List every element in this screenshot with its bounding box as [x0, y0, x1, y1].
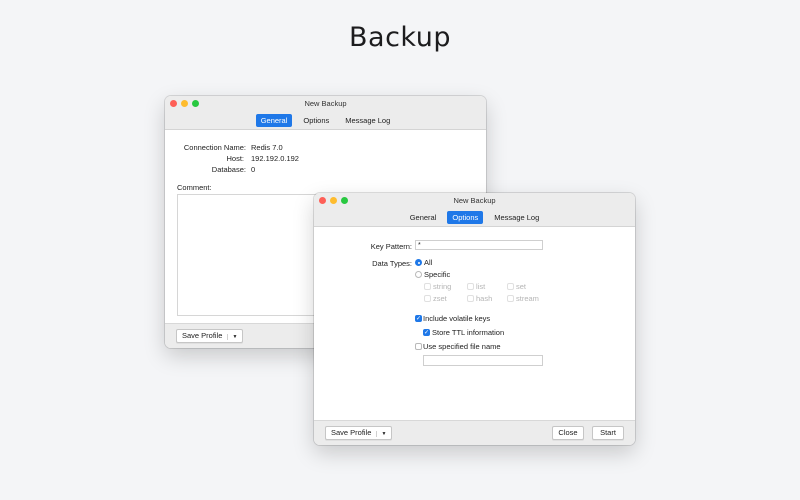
save-profile-label: Save Profile	[182, 331, 223, 340]
store-ttl-label: Store TTL information	[432, 328, 505, 337]
type-string-checkbox[interactable]	[424, 283, 431, 290]
connection-name-value: Redis 7.0	[251, 143, 283, 152]
type-hash-checkbox[interactable]	[467, 295, 474, 302]
tab-message-log[interactable]: Message Log	[340, 114, 395, 127]
type-list-checkbox[interactable]	[467, 283, 474, 290]
window-title: New Backup	[304, 99, 347, 108]
data-type-all-radio[interactable]	[415, 259, 422, 266]
window-title: New Backup	[453, 196, 496, 205]
tab-general[interactable]: General	[255, 114, 293, 127]
host-label: Host:	[226, 154, 244, 163]
tab-options[interactable]: Options	[298, 114, 334, 127]
data-type-specific-radio[interactable]	[415, 271, 422, 278]
type-zset-label: zset	[433, 294, 447, 303]
include-volatile-checkbox[interactable]: ✓	[415, 315, 422, 322]
footer: Save Profile ▼ Close Start	[314, 420, 635, 445]
type-stream-checkbox[interactable]	[507, 295, 514, 302]
connection-name-label: Connection Name:	[183, 143, 246, 152]
database-label: Database:	[211, 165, 246, 174]
save-profile-button[interactable]: Save Profile ▼	[325, 426, 393, 440]
key-pattern-label: Key Pattern:	[370, 242, 412, 251]
save-profile-button[interactable]: Save Profile ▼	[176, 329, 244, 343]
data-type-all-label: All	[424, 258, 433, 267]
titlebar: New Backup	[165, 96, 486, 112]
tab-general[interactable]: General	[405, 211, 442, 224]
chevron-down-icon[interactable]: ▼	[376, 431, 387, 437]
type-set-checkbox[interactable]	[507, 283, 514, 290]
comment-label: Comment:	[177, 183, 212, 192]
save-profile-label: Save Profile	[331, 428, 372, 437]
type-string-label: string	[433, 282, 452, 291]
tab-bar: General Options Message Log	[165, 111, 486, 130]
front-backup-window: New Backup General Options Message Log K…	[314, 193, 635, 445]
tab-message-log[interactable]: Message Log	[489, 211, 544, 224]
file-name-input[interactable]	[423, 355, 543, 366]
key-pattern-input[interactable]: *	[415, 240, 543, 250]
type-zset-checkbox[interactable]	[424, 295, 431, 302]
data-types-label: Data Types:	[372, 259, 412, 268]
type-set-label: set	[516, 282, 527, 291]
include-volatile-label: Include volatile keys	[423, 314, 491, 323]
use-file-name-label: Use specified file name	[423, 342, 501, 351]
type-list-label: list	[476, 282, 486, 291]
host-value: 192.192.0.192	[251, 154, 299, 163]
database-value: 0	[251, 165, 256, 174]
page-title: Backup	[349, 22, 451, 53]
titlebar: New Backup	[314, 193, 635, 209]
store-ttl-checkbox[interactable]: ✓	[423, 329, 430, 336]
data-type-specific-label: Specific	[424, 270, 451, 279]
use-file-name-checkbox[interactable]	[415, 343, 422, 350]
tab-bar: General Options Message Log	[314, 208, 635, 227]
start-button[interactable]: Start	[592, 426, 624, 440]
type-hash-label: hash	[476, 294, 493, 303]
type-stream-label: stream	[516, 294, 539, 303]
tab-options[interactable]: Options	[447, 211, 484, 224]
chevron-down-icon[interactable]: ▼	[227, 334, 238, 340]
close-button[interactable]: Close	[552, 426, 584, 440]
